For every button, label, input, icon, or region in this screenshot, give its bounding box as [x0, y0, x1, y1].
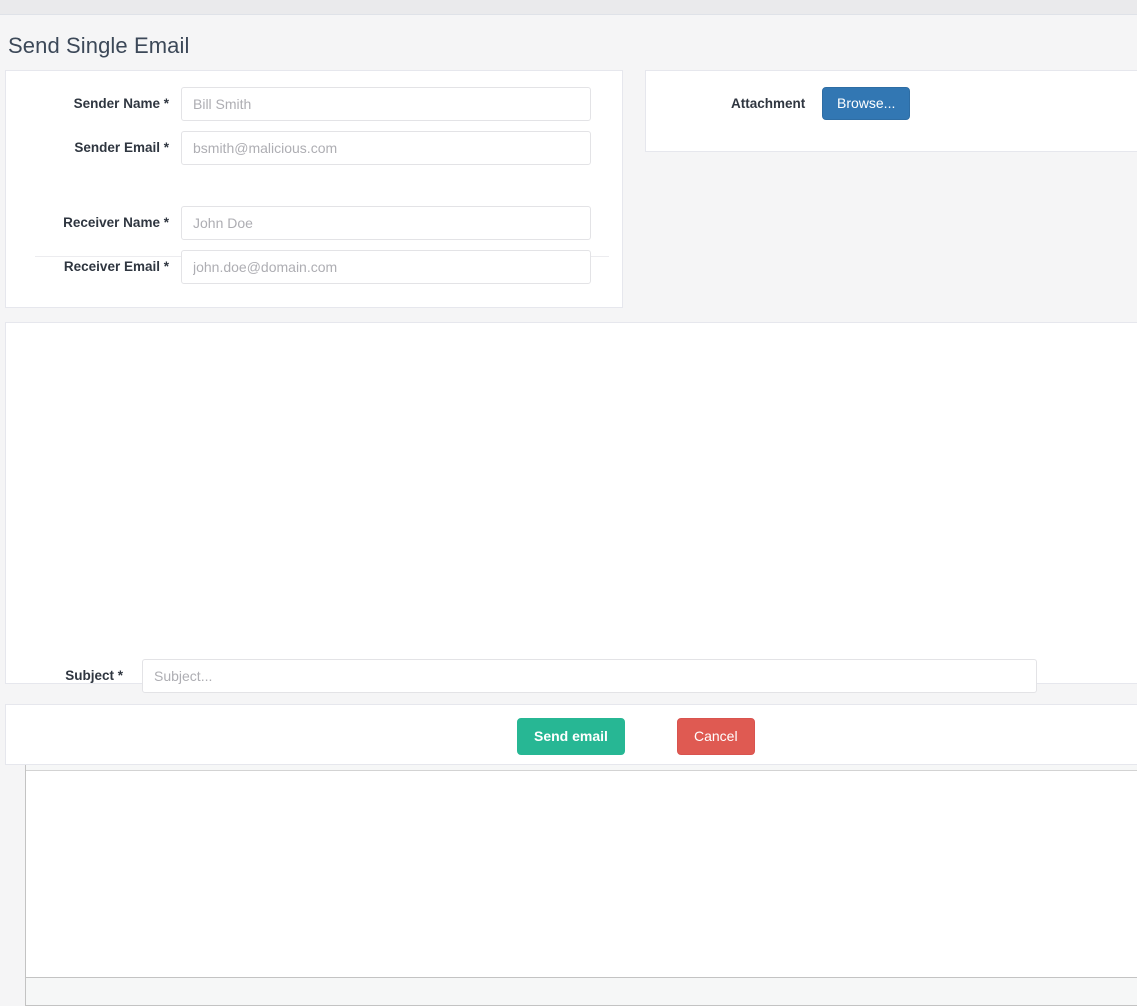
receiver-email-input[interactable] — [181, 250, 591, 284]
sender-email-label: Sender Email * — [74, 140, 169, 155]
editor-elements-path — [26, 978, 1137, 1005]
form-row-receiver-name: Receiver Name * — [6, 206, 597, 240]
sender-receiver-panel: Sender Name * Sender Email * Receiver Na… — [5, 70, 623, 308]
top-bar — [0, 0, 1137, 15]
subject-label: Subject * — [65, 668, 123, 683]
page-title: Send Single Email — [8, 33, 190, 58]
attachment-panel: Attachment Browse... — [645, 70, 1137, 152]
send-email-button[interactable]: Send email — [517, 718, 625, 755]
actions-panel: Send email Cancel — [5, 704, 1137, 765]
subject-input[interactable] — [142, 659, 1037, 693]
browse-button[interactable]: Browse... — [822, 87, 911, 120]
receiver-name-label: Receiver Name * — [63, 215, 169, 230]
form-row-receiver-email: Receiver Email * — [6, 250, 597, 284]
attachment-label: Attachment — [731, 96, 806, 111]
receiver-email-label: Receiver Email * — [63, 259, 169, 274]
sender-email-input[interactable] — [181, 131, 591, 165]
form-row-sender-email: Sender Email * — [6, 131, 597, 165]
cancel-button[interactable]: Cancel — [677, 718, 755, 755]
message-panel: Subject * T W — [5, 322, 1137, 1006]
sender-name-input[interactable] — [181, 87, 591, 121]
editor-content-area[interactable] — [26, 771, 1137, 978]
attachment-row: Attachment Browse... — [646, 87, 1137, 121]
receiver-name-input[interactable] — [181, 206, 591, 240]
form-row-sender-name: Sender Name * — [6, 87, 597, 121]
sender-name-label: Sender Name * — [73, 96, 169, 111]
